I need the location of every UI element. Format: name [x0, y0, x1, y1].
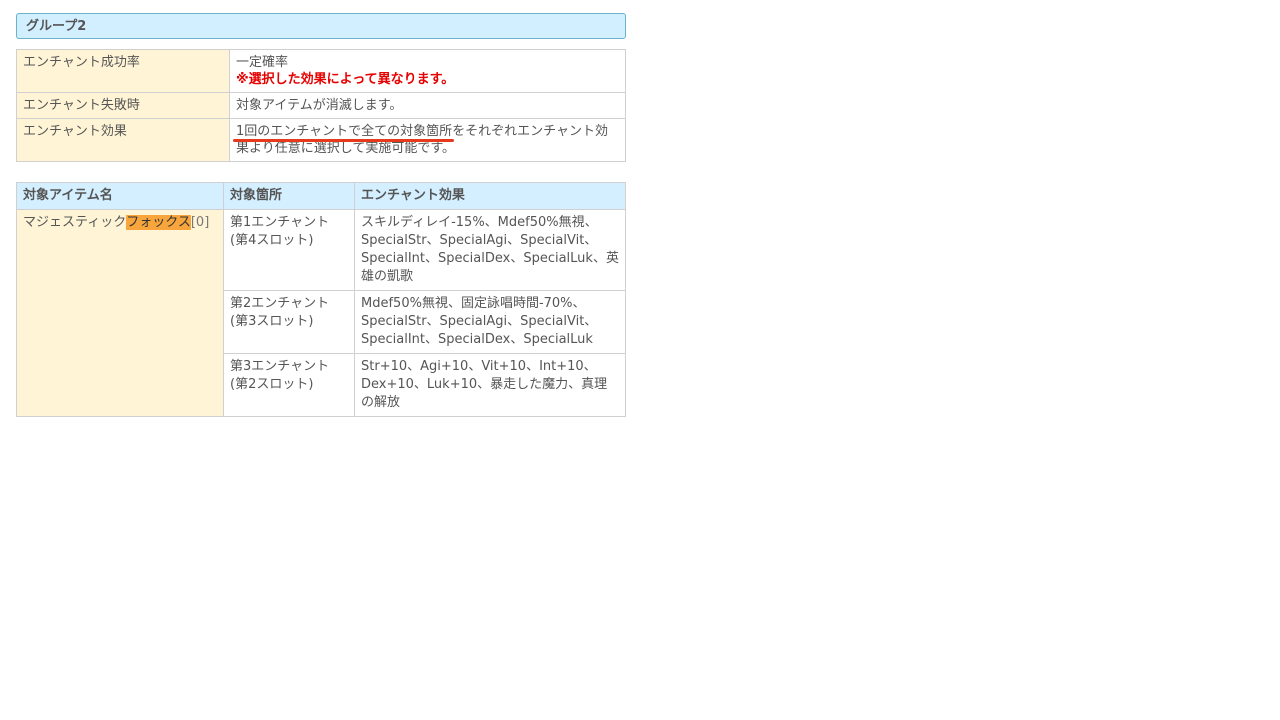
effect-value-underlined: 1回のエンチャントで全ての対象箇所: [236, 124, 453, 139]
table-row: エンチャント効果 1回のエンチャントで全ての対象箇所をそれぞれエンチャント効果よ…: [16, 118, 626, 162]
slot-cell: 第2エンチャント (第3スロット): [223, 290, 355, 354]
slot-number-label: (第2スロット): [230, 377, 314, 392]
item-name-cell: マジェスティックフォックス[0]: [16, 209, 224, 417]
success-rate-text: 一定確率: [236, 55, 289, 70]
target-items-table: 対象アイテム名 対象箇所 エンチャント効果 マジェスティックフォックス[0] 第…: [16, 182, 626, 417]
header-item-name: 対象アイテム名: [16, 182, 224, 210]
slot-enchant-label: 第3エンチャント: [230, 359, 330, 374]
table-header-row: 対象アイテム名 対象箇所 エンチャント効果: [16, 182, 626, 210]
fail-label: エンチャント失敗時: [16, 92, 230, 119]
effect-cell: スキルディレイ-15%、Mdef50%無視、SpecialStr、Special…: [354, 209, 626, 291]
slot-cell: 第1エンチャント (第4スロット): [223, 209, 355, 291]
header-enchant-effect: エンチャント効果: [354, 182, 626, 210]
item-name-prefix: マジェスティック: [23, 215, 127, 230]
effect-value: 1回のエンチャントで全ての対象箇所をそれぞれエンチャント効果より任意に選択して実…: [229, 118, 626, 162]
success-rate-note: ※選択した効果によって異なります。: [236, 72, 455, 87]
slot-enchant-label: 第1エンチャント: [230, 215, 330, 230]
slot-enchant-label: 第2エンチャント: [230, 296, 330, 311]
slot-number-label: (第3スロット): [230, 314, 314, 329]
item-name-highlight: フォックス: [126, 215, 191, 230]
table-row: マジェスティックフォックス[0] 第1エンチャント (第4スロット) スキルディ…: [16, 209, 626, 417]
success-rate-label: エンチャント成功率: [16, 49, 230, 93]
effect-cell: Mdef50%無視、固定詠唱時間-70%、SpecialStr、SpecialA…: [354, 290, 626, 354]
group-title: グループ2: [16, 13, 626, 39]
enchant-info-table: エンチャント成功率 一定確率 ※選択した効果によって異なります。 エンチャント失…: [16, 49, 626, 162]
table-row: エンチャント成功率 一定確率 ※選択した効果によって異なります。: [16, 49, 626, 93]
fail-value: 対象アイテムが消滅します。: [229, 92, 626, 119]
header-target-slot: 対象箇所: [223, 182, 355, 210]
content-area: グループ2 エンチャント成功率 一定確率 ※選択した効果によって異なります。 エ…: [16, 13, 626, 417]
slot-cell: 第3エンチャント (第2スロット): [223, 353, 355, 417]
effect-cell: Str+10、Agi+10、Vit+10、Int+10、Dex+10、Luk+1…: [354, 353, 626, 417]
slot-number-label: (第4スロット): [230, 233, 314, 248]
table-row: エンチャント失敗時 対象アイテムが消滅します。: [16, 92, 626, 119]
item-name-suffix: [0]: [190, 215, 210, 230]
effect-label: エンチャント効果: [16, 118, 230, 162]
success-rate-value: 一定確率 ※選択した効果によって異なります。: [229, 49, 626, 93]
